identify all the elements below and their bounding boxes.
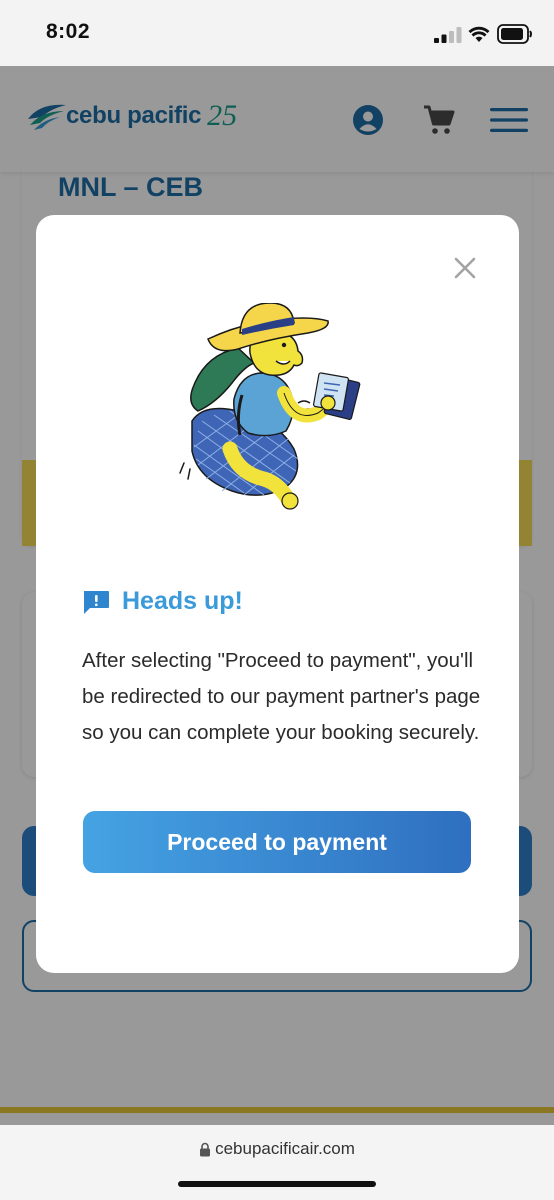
status-bar: 8:02	[0, 0, 554, 66]
battery-icon	[497, 24, 532, 44]
cellular-signal-icon	[434, 27, 462, 43]
modal-title: Heads up!	[122, 587, 243, 615]
close-icon[interactable]	[452, 255, 478, 281]
traveler-illustration	[179, 303, 361, 510]
address-bar[interactable]: cebupacificair.com	[0, 1139, 554, 1159]
home-indicator	[178, 1181, 376, 1187]
modal-message: After selecting "Proceed to payment", yo…	[82, 649, 481, 744]
payment-redirect-modal: Heads up! After selecting "Proceed to pa…	[36, 215, 519, 973]
url-text: cebupacificair.com	[215, 1139, 355, 1158]
lock-icon	[200, 1142, 211, 1156]
browser-toolbar: cebupacificair.com	[0, 1125, 554, 1200]
proceed-to-payment-button[interactable]: Proceed to payment	[83, 811, 471, 873]
alert-message-icon	[84, 590, 109, 614]
wifi-icon	[468, 26, 490, 42]
status-time: 8:02	[46, 20, 91, 43]
heads-up-heading: Heads up!	[82, 587, 243, 616]
